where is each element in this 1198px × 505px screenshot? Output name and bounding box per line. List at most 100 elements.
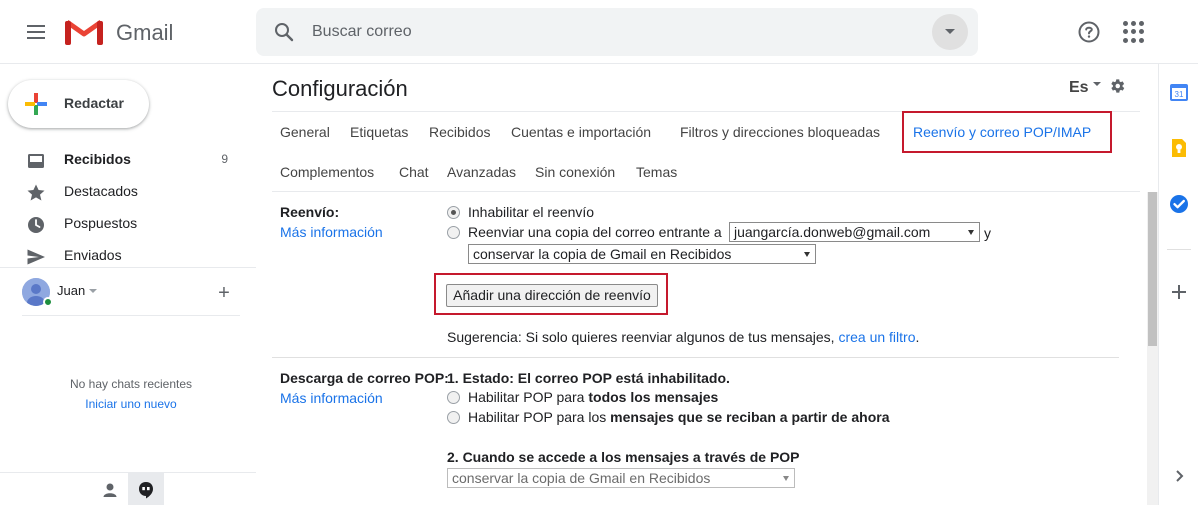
forward-copy-label[interactable]: Reenviar una copia del correo entrante a [468, 224, 722, 240]
top-bar: Gmail [0, 0, 1198, 64]
tip-suffix: . [915, 329, 920, 345]
active-tab-highlight [902, 111, 1112, 153]
calendar-icon[interactable]: 31 [1169, 82, 1189, 102]
disable-forwarding-radio[interactable] [447, 206, 460, 219]
sidebar-bottom-bar [0, 472, 256, 505]
chevron-right-icon[interactable] [1169, 466, 1189, 486]
pop-from-now-radio[interactable] [447, 411, 460, 424]
pop-from-now-bold: mensajes que se reciban a partir de ahor… [610, 409, 890, 425]
tab-filters-blocked[interactable]: Filtros y direcciones bloqueadas [680, 124, 880, 140]
sidebar-divider [22, 315, 240, 316]
sidebar-divider [0, 267, 256, 268]
tab-add-ons[interactable]: Complementos [280, 164, 374, 180]
svg-text:31: 31 [1175, 90, 1184, 99]
tab-general[interactable]: General [280, 124, 330, 140]
star-icon [27, 184, 45, 201]
pop-more-info-link[interactable]: Más información [280, 390, 383, 406]
pop-from-now-prefix: Habilitar POP para los [468, 409, 607, 425]
hangouts-user[interactable]: Juan [22, 278, 242, 308]
tab-accounts-import[interactable]: Cuentas e importación [511, 124, 651, 140]
caret-down-icon [783, 476, 789, 481]
pop-keep-value: conservar la copia de Gmail en Recibidos [452, 470, 711, 486]
search-input[interactable] [312, 20, 912, 44]
plus-icon [25, 93, 47, 115]
settings-main: Configuración Es General Etiquetas Recib… [256, 64, 1158, 505]
pop-download-label: Descarga de correo POP: [280, 370, 449, 386]
left-sidebar: Redactar Recibidos 9 Destacados Pospuest… [0, 64, 256, 505]
and-text: y [984, 225, 991, 241]
forward-keep-select[interactable]: conservar la copia de Gmail en Recibidos [468, 244, 816, 264]
gear-icon[interactable] [1108, 77, 1126, 95]
tab-chat[interactable]: Chat [399, 164, 429, 180]
search-bar [256, 8, 978, 56]
sidebar-item-inbox[interactable]: Recibidos 9 [0, 143, 256, 175]
main-menu-button[interactable] [20, 16, 52, 48]
sidebar-item-starred[interactable]: Destacados [0, 175, 256, 207]
caret-down-icon[interactable] [1093, 82, 1101, 86]
quote-bubble-icon [139, 481, 153, 498]
side-panel-rail: 31 [1158, 64, 1198, 505]
sidebar-item-label: Recibidos [64, 151, 131, 167]
search-icon[interactable] [272, 20, 296, 44]
forward-address-select[interactable]: juangarcía.donweb@gmail.com [729, 222, 980, 242]
pop-all-prefix: Habilitar POP para [468, 389, 585, 405]
pop-all-messages-radio[interactable] [447, 391, 460, 404]
add-addon-icon[interactable] [1169, 282, 1189, 302]
caret-down-icon[interactable] [89, 289, 97, 293]
tab-themes[interactable]: Temas [636, 164, 677, 180]
compose-button[interactable]: Redactar [8, 80, 149, 128]
inbox-icon [28, 154, 44, 168]
pop-status: 1. Estado: El correo POP está inhabilita… [447, 370, 730, 386]
sidebar-item-label: Destacados [64, 183, 138, 199]
disable-forwarding-label[interactable]: Inhabilitar el reenvío [468, 204, 594, 220]
scrollbar-thumb[interactable] [1148, 192, 1157, 346]
tip-text: Sugerencia: Si solo quieres reenviar alg… [447, 329, 835, 345]
pop-keep-select[interactable]: conservar la copia de Gmail en Recibidos [447, 468, 795, 488]
add-chat-icon[interactable]: + [216, 283, 232, 303]
sidebar-item-label: Enviados [64, 247, 122, 263]
pop-all-messages-label[interactable]: Habilitar POP para todos los mensajes [468, 389, 718, 405]
language-selector[interactable]: Es [1069, 79, 1089, 97]
add-forwarding-address-button[interactable]: Añadir una dirección de reenvío [446, 284, 658, 307]
pop-when-accessed-label: 2. Cuando se accede a los mensajes a tra… [447, 449, 800, 465]
forward-address-value: juangarcía.donweb@gmail.com [734, 224, 931, 240]
caret-down-icon [804, 252, 810, 257]
google-apps-icon[interactable] [1123, 21, 1145, 43]
no-chats-text: No hay chats recientes [69, 377, 193, 391]
compose-label: Redactar [64, 95, 124, 111]
pop-all-bold: todos los mensajes [588, 389, 719, 405]
clock-icon [28, 217, 44, 233]
help-icon[interactable] [1077, 20, 1101, 44]
caret-down-icon [945, 29, 955, 34]
tab-inbox[interactable]: Recibidos [429, 124, 490, 140]
tabs-divider [272, 191, 1140, 192]
start-chat-link[interactable]: Iniciar uno nuevo [0, 397, 262, 411]
tasks-icon[interactable] [1169, 194, 1189, 214]
forwarding-tip: Sugerencia: Si solo quieres reenviar alg… [447, 329, 919, 345]
forward-copy-radio[interactable] [447, 226, 460, 239]
forward-keep-value: conservar la copia de Gmail en Recibidos [473, 246, 732, 262]
tab-labels[interactable]: Etiquetas [350, 124, 408, 140]
forwarding-label: Reenvío: [280, 204, 340, 220]
gmail-logo-icon[interactable] [64, 18, 104, 46]
pop-from-now-label[interactable]: Habilitar POP para los mensajes que se r… [468, 409, 889, 425]
send-icon [27, 249, 45, 265]
search-options-button[interactable] [932, 14, 968, 50]
create-filter-link[interactable]: crea un filtro [838, 329, 915, 345]
sidebar-item-snoozed[interactable]: Pospuestos [0, 207, 256, 239]
sidebar-item-label: Pospuestos [64, 215, 138, 231]
keep-icon[interactable] [1169, 138, 1189, 158]
tab-offline[interactable]: Sin conexión [535, 164, 615, 180]
tab-advanced[interactable]: Avanzadas [447, 164, 516, 180]
person-icon[interactable] [101, 481, 119, 499]
online-status-icon [43, 297, 53, 307]
rail-divider [1167, 249, 1191, 250]
section-divider [272, 357, 1119, 358]
user-name: Juan [57, 283, 86, 298]
unread-count: 9 [221, 152, 228, 166]
caret-down-icon [968, 230, 974, 235]
hangouts-icon[interactable] [128, 473, 164, 505]
gmail-brand[interactable]: Gmail [116, 20, 173, 46]
page-title: Configuración [272, 76, 408, 101]
forwarding-more-info-link[interactable]: Más información [280, 224, 383, 240]
